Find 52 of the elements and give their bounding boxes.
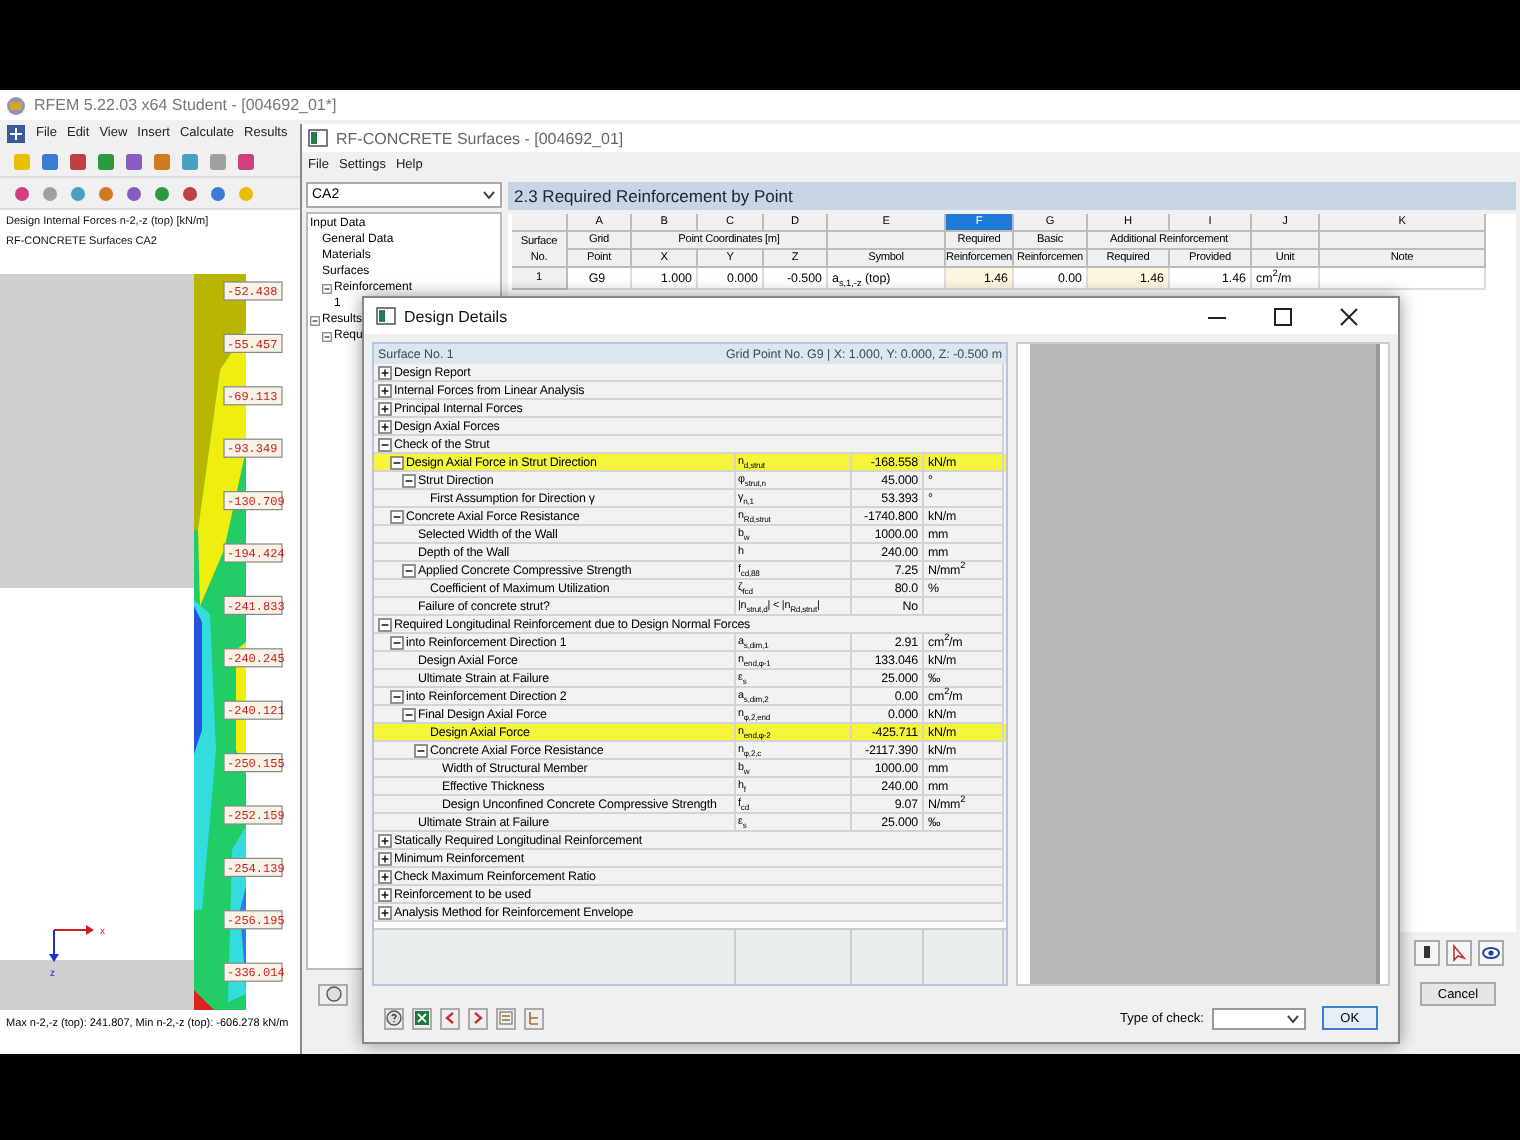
help-button[interactable] [384,1007,404,1029]
app-icon [6,123,26,143]
collapse-icon[interactable] [390,689,404,703]
caret-icon [1285,1013,1300,1023]
next-button[interactable] [468,1007,488,1029]
help-icon [325,986,341,1002]
help-button[interactable] [318,983,348,1005]
collapse-icon[interactable] [322,283,332,293]
collapse-icon[interactable] [402,473,416,487]
help-icon [386,1010,402,1026]
expand-icon[interactable] [378,887,392,901]
expand-icon[interactable] [378,851,392,865]
expand-icon[interactable] [378,401,392,415]
collapse-icon[interactable] [402,707,416,721]
maximize-icon[interactable] [1274,307,1292,325]
collapse-icon[interactable] [390,635,404,649]
check-type-dropdown[interactable] [1211,1007,1306,1029]
collapse-icon[interactable] [414,743,428,757]
toolbar-button[interactable] [524,1007,544,1029]
app-icon [6,95,26,115]
expand-icon[interactable] [378,905,392,919]
expand-icon[interactable] [378,869,392,883]
export-button[interactable] [412,1007,432,1029]
collapse-icon[interactable] [378,617,392,631]
collapse-icon[interactable] [322,331,332,341]
toolbar-button[interactable] [496,1007,516,1029]
expand-icon[interactable] [378,419,392,433]
collapse-icon[interactable] [390,455,404,469]
app-icon [376,306,396,326]
list-icon [498,1010,514,1026]
tree-icon [526,1010,542,1026]
cursor-icon[interactable] [1446,940,1472,966]
window-title: RF-CONCRETE Surfaces - [004692_01] [336,129,624,147]
spreadsheet-icon [414,1010,430,1026]
close-icon[interactable] [1340,307,1358,325]
expand-icon[interactable] [378,833,392,847]
header-cell [512,214,568,232]
axis-drawing [49,925,94,962]
eye-icon[interactable] [1478,940,1504,966]
collapse-icon[interactable] [310,315,320,325]
expand-icon[interactable] [378,365,392,379]
contour-region [194,990,214,1010]
window-title: RFEM 5.22.03 x64 Student - [004692_01*] [34,96,337,114]
pin-icon[interactable] [1414,940,1440,966]
expand-icon[interactable] [378,383,392,397]
collapse-icon[interactable] [402,563,416,577]
previous-button[interactable] [440,1007,460,1029]
window-title: Design Details [404,307,508,325]
collapse-icon[interactable] [390,509,404,523]
table-heading: 2.3 Required Reinforcement by Point [508,182,1516,210]
caret-icon [482,190,496,200]
collapse-icon[interactable] [378,437,392,451]
